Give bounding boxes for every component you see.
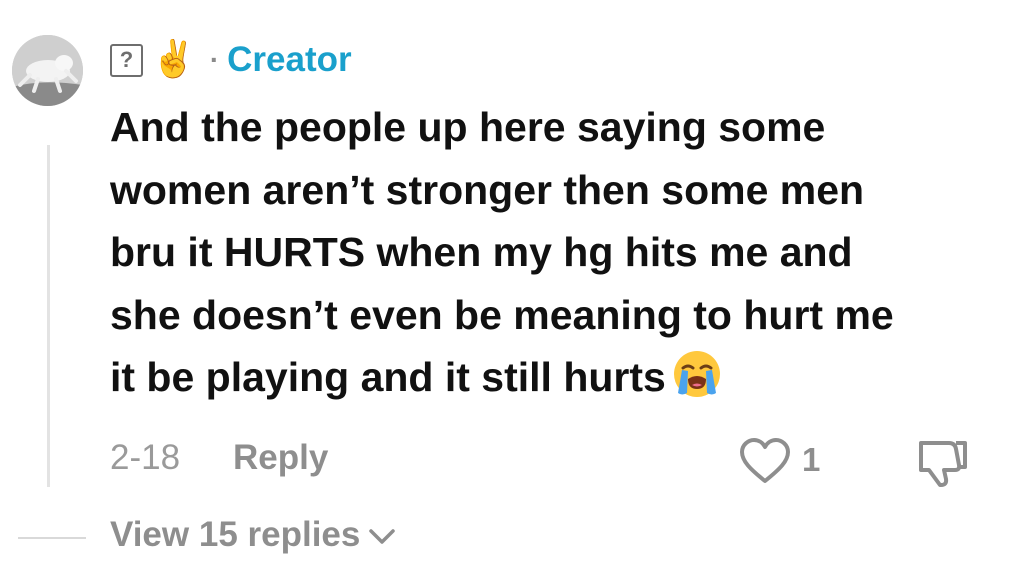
heart-icon[interactable] [738,437,792,490]
view-replies-label: View 15 replies [110,515,361,554]
comment-date: 2-18 [110,438,181,477]
reply-button[interactable]: Reply [233,438,328,478]
replies-divider [18,537,86,539]
unknown-emoji-icon: ? [110,43,143,77]
avatar[interactable] [12,35,83,106]
comment-text: And the people up here saying some women… [110,96,1010,417]
thumbs-down-icon[interactable] [915,437,971,494]
creator-badge: Creator [227,40,352,79]
like-count: 1 [802,441,821,478]
header-separator: · [209,44,220,75]
comment-body: And the people up here saying some women… [110,104,894,400]
chevron-down-icon [368,515,396,555]
view-replies-button[interactable]: View 15 replies [110,515,396,555]
thread-line [47,145,50,487]
loudly-crying-face-icon [672,349,722,417]
comment-header: ? ✌️ · Creator [110,38,352,82]
peace-hand-emoji-icon: ✌️ [151,39,196,80]
